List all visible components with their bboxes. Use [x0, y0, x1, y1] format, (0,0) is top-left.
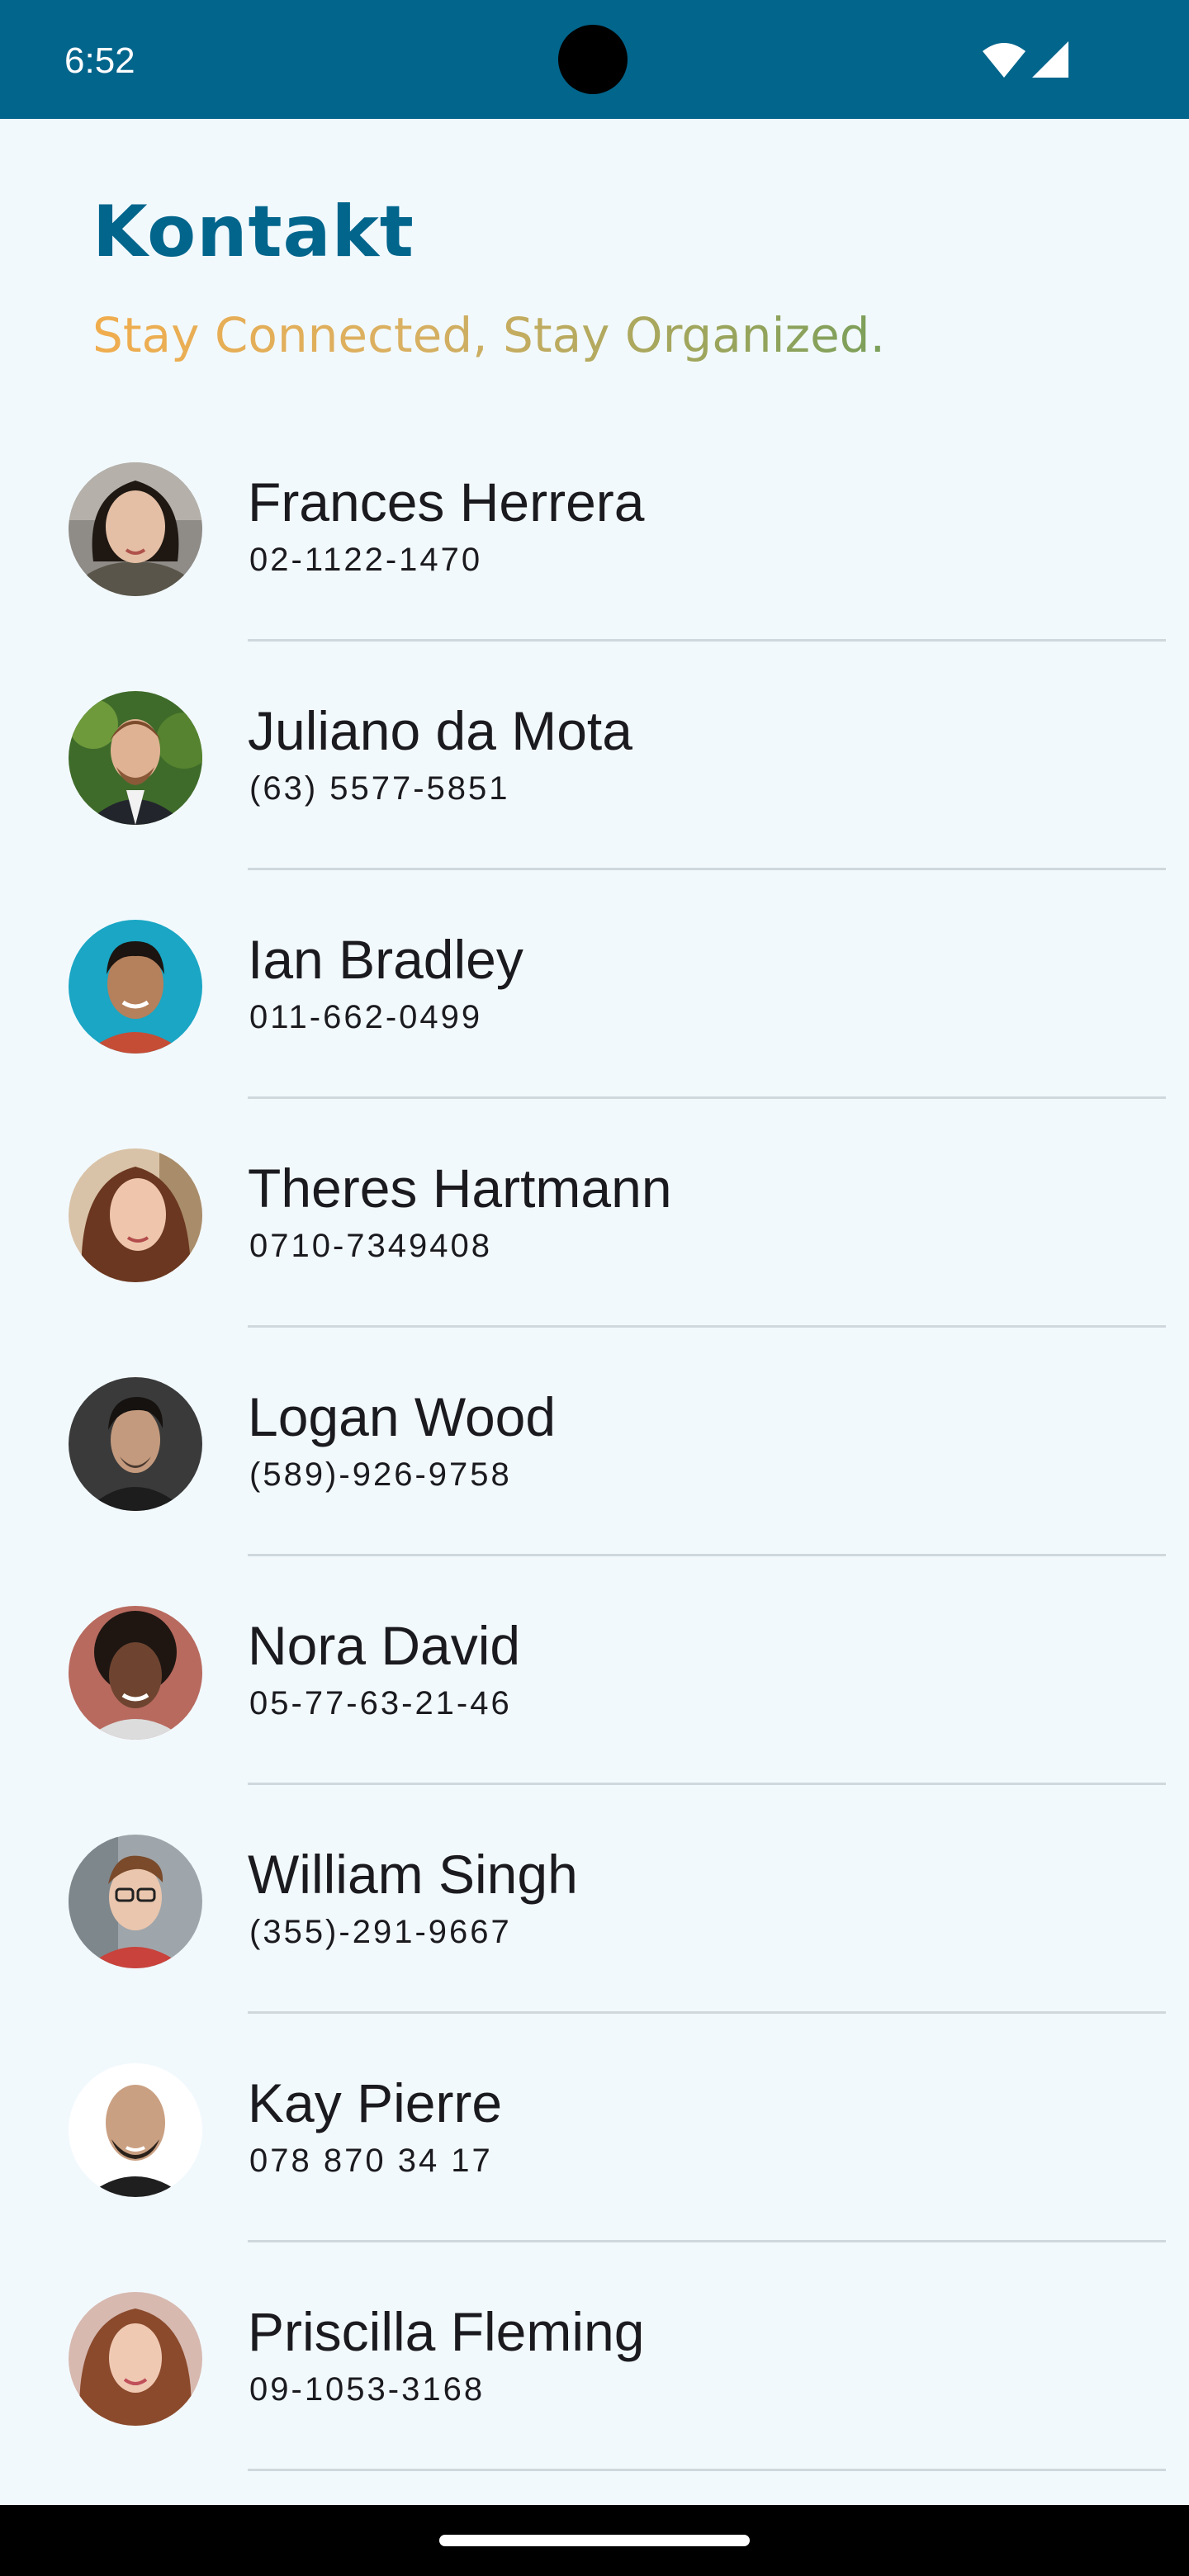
- contact-name: Juliano da Mota: [248, 700, 632, 761]
- divider: [248, 2469, 1166, 2471]
- contact-row[interactable]: Nora David 05-77-63-21-46: [0, 1556, 1189, 1785]
- contact-name: Frances Herrera: [248, 471, 645, 533]
- contact-row[interactable]: Priscilla Fleming 09-1053-3168: [0, 2242, 1189, 2471]
- contact-phone: 09-1053-3168: [249, 2371, 486, 2408]
- contact-row[interactable]: Kay Pierre 078 870 34 17: [0, 2014, 1189, 2242]
- contact-row[interactable]: Ian Bradley 011-662-0499: [0, 870, 1189, 1099]
- contact-phone: 05-77-63-21-46: [249, 1685, 512, 1721]
- contact-name: William Singh: [248, 1844, 578, 1905]
- signal-icon: [1032, 41, 1068, 78]
- status-time: 6:52: [64, 40, 135, 81]
- avatar-photo-icon: [69, 691, 202, 825]
- contact-phone: 0710-7349408: [249, 1228, 493, 1264]
- avatar-photo-icon: [69, 1377, 202, 1511]
- contact-list: Frances Herrera 02-1122-1470 Juliano da …: [0, 413, 1189, 2471]
- contact-name: Theres Hartmann: [248, 1158, 672, 1219]
- avatar-photo-icon: [69, 2292, 202, 2426]
- contact-row[interactable]: Logan Wood (589)-926-9758: [0, 1328, 1189, 1556]
- contact-row[interactable]: Theres Hartmann 0710-7349408: [0, 1099, 1189, 1328]
- contact-row[interactable]: Juliano da Mota (63) 5577-5851: [0, 642, 1189, 870]
- wifi-icon: [983, 43, 1026, 78]
- avatar-photo-icon: [69, 2063, 202, 2197]
- avatar-photo-icon: [69, 920, 202, 1054]
- contact-name: Logan Wood: [248, 1386, 557, 1447]
- contact-phone: (589)-926-9758: [249, 1456, 512, 1493]
- avatar-photo-icon: [69, 462, 202, 596]
- contact-name: Priscilla Fleming: [248, 2301, 645, 2362]
- avatar-photo-icon: [69, 1606, 202, 1740]
- contact-name: Ian Bradley: [248, 929, 523, 990]
- contact-phone: 02-1122-1470: [249, 542, 483, 578]
- avatar-photo-icon: [69, 1148, 202, 1282]
- contact-phone: 078 870 34 17: [249, 2143, 493, 2179]
- contact-phone: (355)-291-9667: [249, 1914, 512, 1950]
- contact-name: Kay Pierre: [248, 2072, 503, 2133]
- contact-name: Nora David: [248, 1615, 521, 1676]
- app-tagline: Stay Connected, Stay Organized.: [92, 304, 885, 367]
- contact-phone: (63) 5577-5851: [249, 770, 510, 807]
- contact-row[interactable]: William Singh (355)-291-9667: [0, 1785, 1189, 2014]
- avatar-photo-icon: [69, 1835, 202, 1968]
- navigation-bar: [0, 2505, 1189, 2576]
- contact-phone: 011-662-0499: [249, 999, 483, 1035]
- app-title: Kontakt: [92, 191, 414, 273]
- home-indicator[interactable]: [439, 2535, 750, 2546]
- camera-cutout: [558, 25, 628, 94]
- contact-row[interactable]: Frances Herrera 02-1122-1470: [0, 413, 1189, 642]
- status-bar: 6:52: [0, 0, 1189, 119]
